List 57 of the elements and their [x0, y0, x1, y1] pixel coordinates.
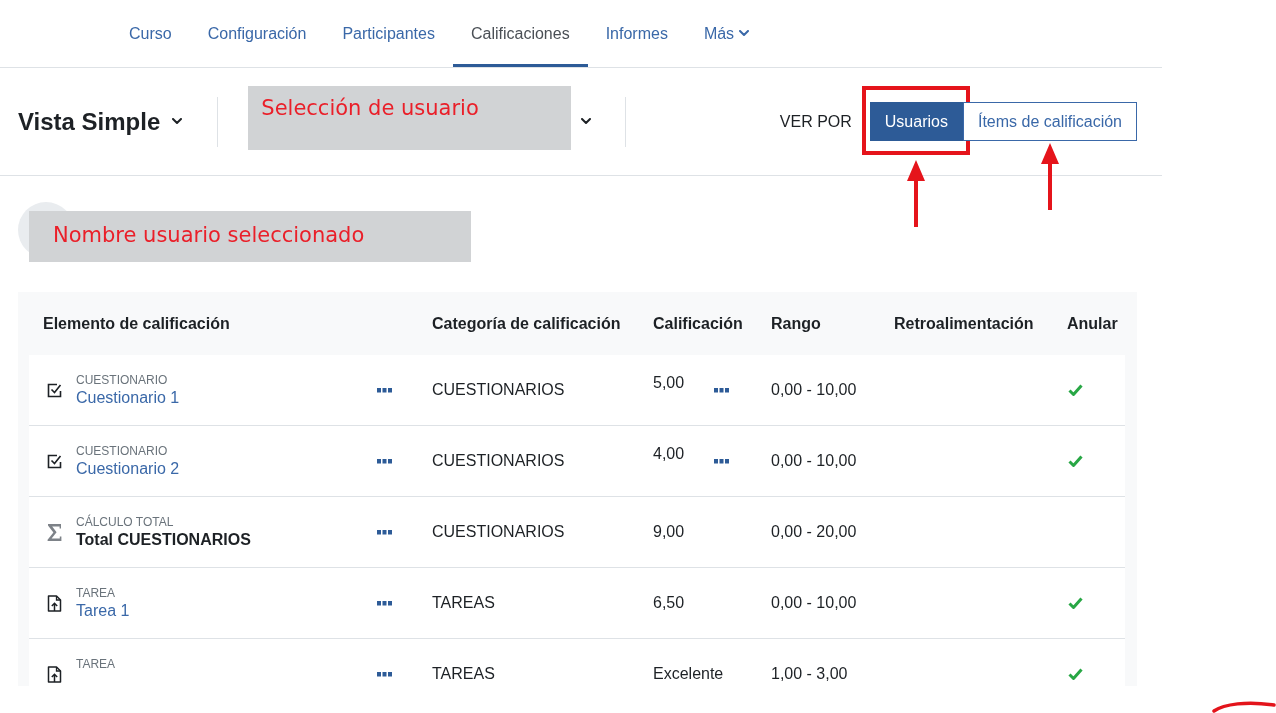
item-type-label: TAREA — [76, 656, 116, 672]
file-upload-icon — [47, 594, 62, 612]
table-cell-text: 1,00 - 3,00 — [770, 665, 848, 683]
table-cell: 6,50 — [653, 593, 685, 613]
nav-tab[interactable]: Participantes — [324, 0, 453, 67]
nav-tab[interactable]: Informes — [587, 0, 686, 67]
table-cell: 5,00 — [653, 373, 685, 393]
item-type-label: CÁLCULO TOTAL — [76, 514, 174, 530]
item-name: Total CUESTIONARIOS — [76, 530, 251, 550]
ellipsis-icon[interactable] — [714, 458, 730, 464]
sigma-icon — [47, 523, 62, 541]
table-cell: Excelente — [653, 664, 724, 684]
ellipsis-icon[interactable] — [377, 600, 392, 606]
chevron-down-icon[interactable] — [581, 118, 592, 125]
nav-tab[interactable]: Calificaciones — [452, 0, 588, 67]
view-selector[interactable]: Vista Simple — [18, 107, 183, 136]
column-header: Categoría de calificación — [431, 314, 622, 333]
annotation-label: Selección de usuario — [248, 85, 572, 150]
item-type-label: CUESTIONARIO — [76, 372, 168, 388]
table-cell-text: TAREAS — [431, 665, 495, 683]
view-option-button[interactable]: Usuarios — [869, 102, 963, 141]
item-type-label: CUESTIONARIO — [76, 443, 168, 459]
column-header: Elemento de calificación — [42, 314, 231, 333]
table-cell: 9,00 — [653, 522, 685, 542]
table-cell-text: CUESTIONARIOS — [431, 452, 565, 470]
ellipsis-icon[interactable] — [377, 458, 392, 464]
column-header: Rango — [770, 314, 822, 333]
nav-tab[interactable]: Más — [685, 0, 768, 67]
table-cell-text: CUESTIONARIOS — [431, 523, 565, 541]
table-cell-text: 0,00 - 10,00 — [770, 594, 857, 612]
view-by-label: VER POR — [779, 112, 852, 131]
table-cell-text: TAREAS — [431, 594, 495, 612]
annotation-label: Nombre usuario seleccionado — [29, 211, 471, 262]
grade-item-link[interactable]: Tarea 1 — [76, 601, 130, 621]
view-option-button[interactable]: Ítems de calificación — [962, 102, 1137, 141]
nav-tab[interactable]: Configuración — [189, 0, 325, 67]
table-cell-text: 0,00 - 10,00 — [770, 452, 857, 470]
column-header: Calificación — [652, 314, 744, 333]
chevron-down-icon — [172, 118, 183, 125]
file-upload-icon — [47, 665, 62, 683]
column-header: Anular — [1066, 314, 1119, 333]
nav-tab[interactable]: Curso — [111, 0, 190, 67]
table-cell-text: 0,00 - 20,00 — [770, 523, 857, 541]
table-cell-text: 0,00 - 10,00 — [770, 381, 857, 399]
table-cell-text: CUESTIONARIOS — [431, 381, 565, 399]
column-header: Retroalimentación — [893, 314, 1035, 333]
ellipsis-icon[interactable] — [714, 387, 730, 393]
ellipsis-icon[interactable] — [377, 529, 392, 535]
ellipsis-icon[interactable] — [377, 387, 392, 393]
ellipsis-icon[interactable] — [377, 671, 392, 677]
grade-item-link[interactable]: Cuestionario 1 — [76, 388, 180, 408]
grade-item-link[interactable]: Cuestionario 2 — [76, 459, 180, 479]
checkbox-tick-icon — [47, 382, 62, 398]
chevron-down-icon — [739, 30, 750, 37]
item-type-label: TAREA — [76, 585, 116, 601]
table-cell: 4,00 — [653, 444, 685, 464]
checkbox-tick-icon — [47, 453, 62, 469]
